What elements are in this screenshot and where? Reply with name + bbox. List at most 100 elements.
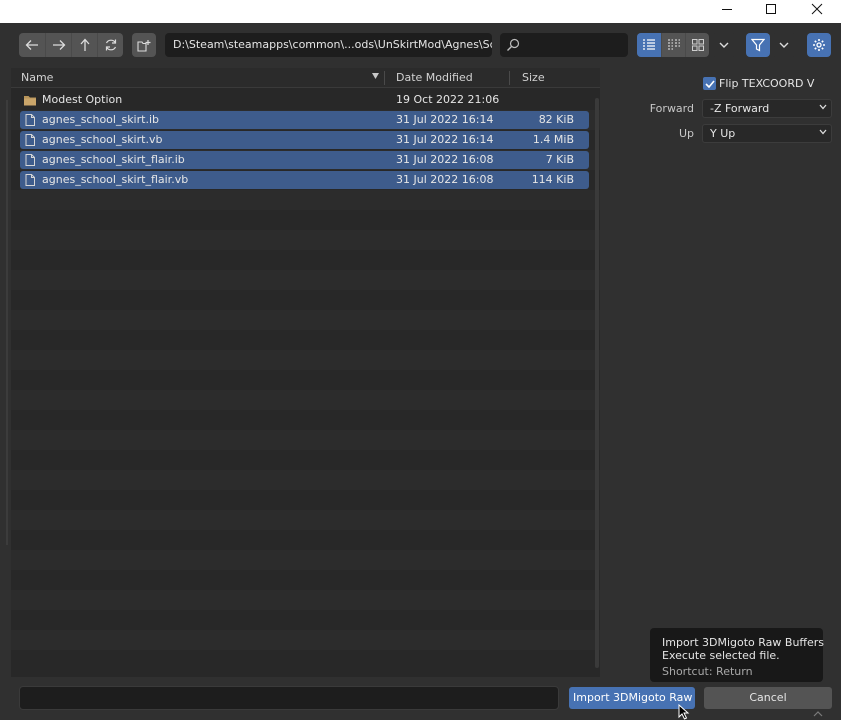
column-divider[interactable] [384,71,385,85]
file-browser-toolbar: D:\Steam\steamapps\common\...ods\UnSkirt… [0,23,841,68]
empty-row [11,590,600,610]
minimize-icon [722,9,732,10]
flip-texcoord-option[interactable]: Flip TEXCOORD V [703,77,814,90]
empty-row [11,570,600,590]
empty-row [11,330,600,350]
chevron-down-icon [719,42,729,48]
refresh-button[interactable] [97,33,123,57]
horizontal-list-icon [667,39,680,50]
empty-row [11,490,600,510]
sort-descending-icon[interactable] [372,73,379,79]
filter-toggle-button[interactable] [746,33,770,57]
file-name: agnes_school_skirt.ib [42,113,159,126]
file-row[interactable]: agnes_school_skirt_flair.vb 31 Jul 2022 1… [11,170,600,190]
forward-arrow-icon [52,40,65,50]
mouse-cursor-icon [678,704,690,720]
settings-toggle-button[interactable] [807,33,831,57]
filter-options-dropdown[interactable] [772,33,796,57]
display-mode-group [637,33,709,57]
file-list-scrollbar[interactable] [595,98,599,668]
file-list[interactable]: Name Date Modified Size Modest Option 19 … [11,68,600,677]
checkmark-icon [704,79,715,88]
file-date: 31 Jul 2022 16:14 [396,133,494,146]
empty-row [11,370,600,390]
empty-row [11,530,600,550]
close-button[interactable] [794,0,840,18]
file-size: 7 KiB [545,153,574,166]
up-value: Y Up [710,127,736,140]
empty-row [11,270,600,290]
folder-icon [24,96,36,106]
file-date: 31 Jul 2022 16:08 [396,173,494,186]
empty-row [11,450,600,470]
empty-row [11,310,600,330]
forward-label: Forward [649,102,694,115]
search-input[interactable] [500,33,628,57]
back-arrow-icon [25,40,38,50]
file-name: Modest Option [42,93,123,106]
filename-input[interactable] [19,686,559,710]
chevron-down-icon [819,104,827,110]
directory-path-field[interactable]: D:\Steam\steamapps\common\...ods\UnSkirt… [165,33,492,57]
up-label: Up [678,127,694,140]
filter-icon [751,38,765,52]
file-row[interactable]: agnes_school_skirt.vb 31 Jul 2022 16:14 1.… [11,130,600,150]
cancel-button[interactable]: Cancel [704,687,832,709]
file-icon [25,154,35,166]
maximize-icon [766,4,776,14]
refresh-icon [105,39,116,51]
empty-row [11,610,600,630]
up-dropdown[interactable]: Y Up [702,124,832,143]
close-icon [811,3,823,15]
empty-row [11,190,600,210]
import-button[interactable]: Import 3DMigoto Raw ... [569,687,695,709]
search-icon [507,38,520,51]
tooltip-shortcut: Shortcut: Return [662,665,753,678]
region-edge [6,100,8,545]
column-header-row: Name Date Modified Size [11,68,600,88]
chevron-down-icon [779,42,789,48]
column-header-name[interactable]: Name [21,71,53,84]
forward-button[interactable] [45,33,71,57]
column-divider[interactable] [509,71,510,85]
parent-directory-button[interactable] [71,33,97,57]
thumbnails-button[interactable] [685,33,709,57]
folder-row[interactable]: Modest Option 19 Oct 2022 21:06 [11,90,600,110]
navigation-button-group [19,33,123,57]
back-button[interactable] [19,33,45,57]
forward-value: -Z Forward [710,102,770,115]
chevron-down-icon [819,129,827,135]
maximize-button[interactable] [748,0,794,18]
file-row[interactable]: agnes_school_skirt.ib 31 Jul 2022 16:14 82… [11,110,600,130]
display-options-dropdown[interactable] [712,33,736,57]
file-row[interactable]: agnes_school_skirt_flair.ib 31 Jul 2022 1… [11,150,600,170]
gear-icon [813,39,825,51]
vertical-list-button[interactable] [637,33,661,57]
parent-directory-icon [80,38,89,51]
empty-row [11,390,600,410]
file-date: 31 Jul 2022 16:08 [396,153,494,166]
new-folder-button[interactable] [132,33,156,57]
flip-texcoord-checkbox[interactable] [703,77,716,90]
file-icon [25,114,35,126]
column-header-size[interactable]: Size [522,71,545,84]
file-icon [25,134,35,146]
tooltip: Import 3DMigoto Raw Buffers Execute sele… [650,628,824,682]
file-name: agnes_school_skirt_flair.ib [42,153,185,166]
new-folder-icon [137,39,151,52]
minimize-button[interactable] [704,0,750,18]
chevron-up-icon[interactable] [813,711,823,717]
file-icon [25,174,35,186]
thumbnails-icon [691,39,704,51]
file-rows: Modest Option 19 Oct 2022 21:06 agnes_scho… [11,90,600,670]
flip-texcoord-label: Flip TEXCOORD V [719,77,815,90]
empty-row [11,650,600,670]
horizontal-list-button[interactable] [661,33,685,57]
file-size: 82 KiB [538,113,574,126]
column-header-date[interactable]: Date Modified [396,71,473,84]
empty-row [11,230,600,250]
file-name: agnes_school_skirt_flair.vb [42,173,189,186]
empty-row [11,290,600,310]
forward-dropdown[interactable]: -Z Forward [702,99,832,118]
empty-row [11,550,600,570]
